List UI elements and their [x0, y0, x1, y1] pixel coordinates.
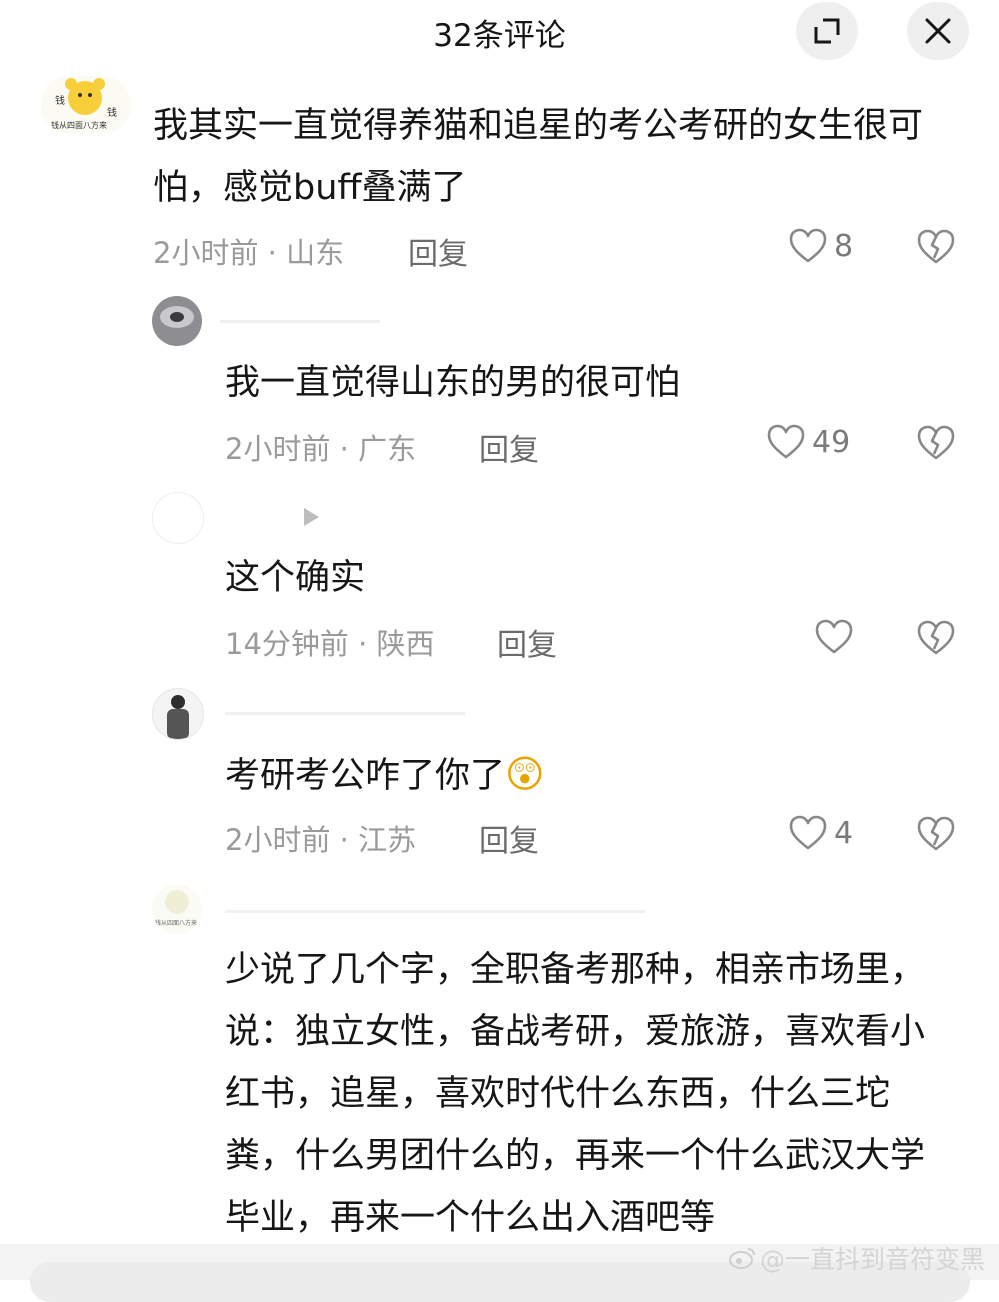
avatar-image: [167, 709, 189, 739]
like-button[interactable]: 8: [788, 227, 853, 265]
like-button[interactable]: 4: [788, 814, 853, 852]
like-button[interactable]: [814, 618, 860, 656]
broken-heart-icon: [917, 425, 955, 460]
emoji: 😲: [505, 752, 545, 796]
dislike-button[interactable]: [916, 815, 956, 857]
reply-button[interactable]: 回复: [479, 816, 539, 860]
avatar[interactable]: [152, 688, 204, 740]
broken-heart-icon: [917, 816, 955, 851]
watermark-text: @一直抖到音符变黑: [760, 1245, 986, 1274]
comment-text: 我一直觉得山东的男的很可怕: [225, 363, 681, 403]
close-icon: [925, 18, 951, 44]
heart-icon: [767, 424, 805, 459]
broken-heart-icon: [917, 620, 955, 655]
comment-meta: 2小时前 · 山东: [153, 236, 345, 270]
comment-text: 我其实一直觉得养猫和追星的考公考研的女生很可怕，感觉buff叠满了: [153, 106, 924, 208]
dislike-button[interactable]: [916, 424, 956, 466]
expand-button[interactable]: [796, 2, 858, 60]
bear-icon: [165, 890, 189, 914]
watermark: @一直抖到音符变黑: [728, 1240, 985, 1276]
comment-meta: 2小时前 · 广东: [225, 432, 417, 466]
avatar-text: 钱从四面八方来: [51, 121, 107, 130]
avatar-text: 钱: [107, 108, 117, 119]
redacted-username: [225, 910, 645, 913]
reply-button[interactable]: 回复: [497, 620, 557, 664]
comment-text: 考研考公咋了你了😲: [225, 743, 925, 807]
avatar-image: [170, 312, 184, 322]
avatar[interactable]: [152, 492, 204, 544]
heart-icon: [815, 619, 853, 654]
weibo-icon: [729, 1248, 755, 1269]
comment-text: 少说了几个字，全职备考那种，相亲市场里，说：独立女性，备战考研，爱旅游，喜欢看小…: [225, 950, 926, 1238]
avatar[interactable]: 钱 钱 钱从四面八方来: [41, 76, 131, 134]
heart-icon: [789, 228, 827, 263]
comments-header: 32条评论: [0, 0, 999, 62]
reply-button[interactable]: 回复: [479, 425, 539, 469]
like-button[interactable]: 49: [766, 423, 850, 461]
comment-text: 这个确实: [225, 558, 366, 598]
avatar[interactable]: 钱从四面八方来: [152, 884, 202, 934]
heart-icon: [789, 815, 827, 850]
avatar-text: 钱: [55, 96, 65, 107]
expand-icon: [814, 18, 840, 44]
broken-heart-icon: [917, 229, 955, 264]
redacted-username: [220, 320, 380, 323]
avatar-image: [171, 695, 185, 709]
play-icon: [304, 508, 319, 526]
like-count: 8: [834, 228, 854, 264]
avatar-text: 钱从四面八方来: [155, 920, 198, 927]
comment-meta: 14分钟前 · 陕西: [225, 627, 435, 661]
reply-button[interactable]: 回复: [408, 229, 468, 273]
redacted-username: [225, 712, 465, 715]
close-button[interactable]: [907, 2, 969, 60]
dislike-button[interactable]: [916, 228, 956, 270]
like-count: 4: [834, 815, 854, 851]
comment-text-body: 考研考公咋了你了: [225, 756, 506, 796]
like-count: 49: [812, 424, 851, 460]
avatar[interactable]: [152, 296, 202, 346]
comment-meta: 2小时前 · 江苏: [225, 823, 417, 857]
dislike-button[interactable]: [916, 619, 956, 661]
